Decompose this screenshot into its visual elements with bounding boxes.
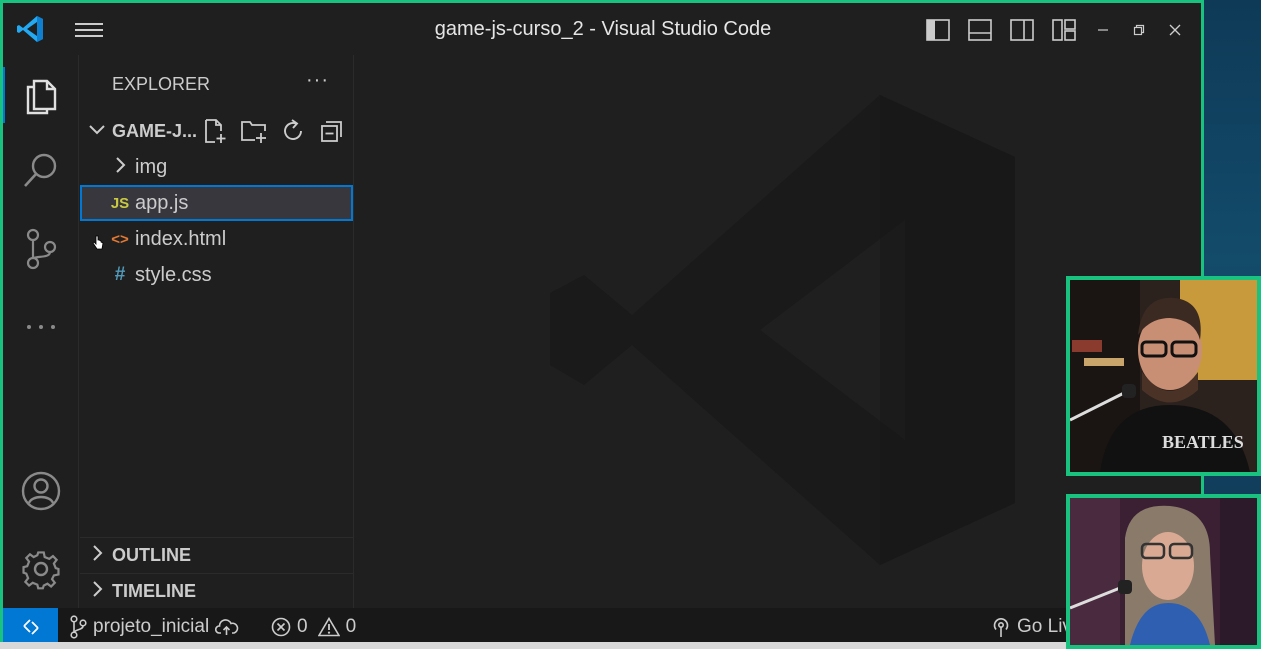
timeline-label: TIMELINE: [112, 581, 196, 601]
branch-status[interactable]: projeto_inicial: [69, 608, 239, 642]
outline-section[interactable]: OUTLINE: [80, 537, 354, 573]
more-views-icon[interactable]: [3, 299, 79, 355]
explorer-icon[interactable]: [3, 67, 79, 123]
tree-item-style-css[interactable]: # style.css: [80, 257, 353, 293]
tree-item-label: img: [135, 155, 168, 178]
timeline-section[interactable]: TIMELINE: [80, 573, 354, 609]
css-file-icon: #: [114, 264, 126, 285]
minimize-button[interactable]: [1085, 15, 1121, 45]
hand-cursor-icon: [92, 235, 104, 250]
tree-item-label: index.html: [135, 227, 227, 250]
source-control-icon[interactable]: [3, 221, 79, 277]
tree-item-label: style.css: [135, 263, 212, 286]
accounts-icon[interactable]: [3, 463, 79, 519]
branch-name: projeto_inicial: [93, 615, 210, 637]
status-bar: projeto_inicial 0 0 Go Live: [3, 608, 1201, 642]
tree-item-app-js[interactable]: JS app.js: [80, 185, 353, 221]
workspace-folder[interactable]: GAME-J...: [80, 113, 353, 149]
refresh-icon[interactable]: [278, 116, 308, 146]
customize-layout-icon[interactable]: [1043, 15, 1085, 45]
javascript-file-icon: JS: [110, 194, 130, 212]
close-button[interactable]: [1157, 15, 1193, 45]
restore-button[interactable]: [1121, 15, 1157, 45]
new-file-icon[interactable]: [200, 116, 230, 146]
warning-icon: [317, 616, 340, 636]
collapse-all-icon[interactable]: [317, 116, 347, 146]
settings-gear-icon[interactable]: [3, 541, 79, 597]
explorer-sidebar: EXPLORER ··· GAME-J... img JS app.js <> …: [80, 55, 354, 608]
tree-item-img[interactable]: img: [80, 149, 353, 185]
toggle-secondary-sidebar-icon[interactable]: [1001, 15, 1043, 45]
new-folder-icon[interactable]: [239, 116, 269, 146]
search-icon[interactable]: [3, 143, 79, 199]
vscode-window: game-js-curso_2 - Visual Studio Code EXP…: [0, 0, 1204, 642]
vscode-watermark-icon: [550, 95, 1015, 565]
svg-text:BEATLES: BEATLES: [1162, 432, 1244, 452]
webcam-presenter-2: [1066, 494, 1261, 649]
chevron-right-icon: [90, 580, 112, 603]
problems-status[interactable]: 0 0: [271, 608, 356, 642]
outline-label: OUTLINE: [112, 545, 191, 565]
git-branch-icon: [70, 614, 87, 639]
broadcast-icon: [993, 617, 1009, 637]
error-icon: [271, 617, 291, 636]
toggle-panel-icon[interactable]: [959, 15, 1001, 45]
explorer-title: EXPLORER: [112, 73, 211, 94]
webcam-presenter-1: BEATLES: [1066, 276, 1261, 476]
title-bar: game-js-curso_2 - Visual Studio Code: [3, 3, 1201, 55]
activity-bar: [3, 55, 79, 608]
chevron-down-icon: [88, 120, 108, 143]
cloud-upload-icon: [215, 618, 239, 635]
chevron-right-icon: [90, 544, 112, 567]
tree-item-label: app.js: [135, 191, 189, 214]
explorer-header: EXPLORER ···: [80, 55, 353, 113]
html-file-icon: <>: [111, 230, 129, 248]
remote-indicator-icon[interactable]: [3, 608, 58, 642]
toggle-primary-sidebar-icon[interactable]: [917, 15, 959, 45]
tree-item-index-html[interactable]: <> index.html: [80, 221, 353, 257]
error-count: 0: [297, 615, 308, 637]
more-actions-icon[interactable]: ···: [306, 69, 329, 92]
folder-name: GAME-J...: [112, 120, 198, 141]
chevron-right-icon: [108, 156, 132, 178]
warning-count: 0: [345, 615, 357, 637]
